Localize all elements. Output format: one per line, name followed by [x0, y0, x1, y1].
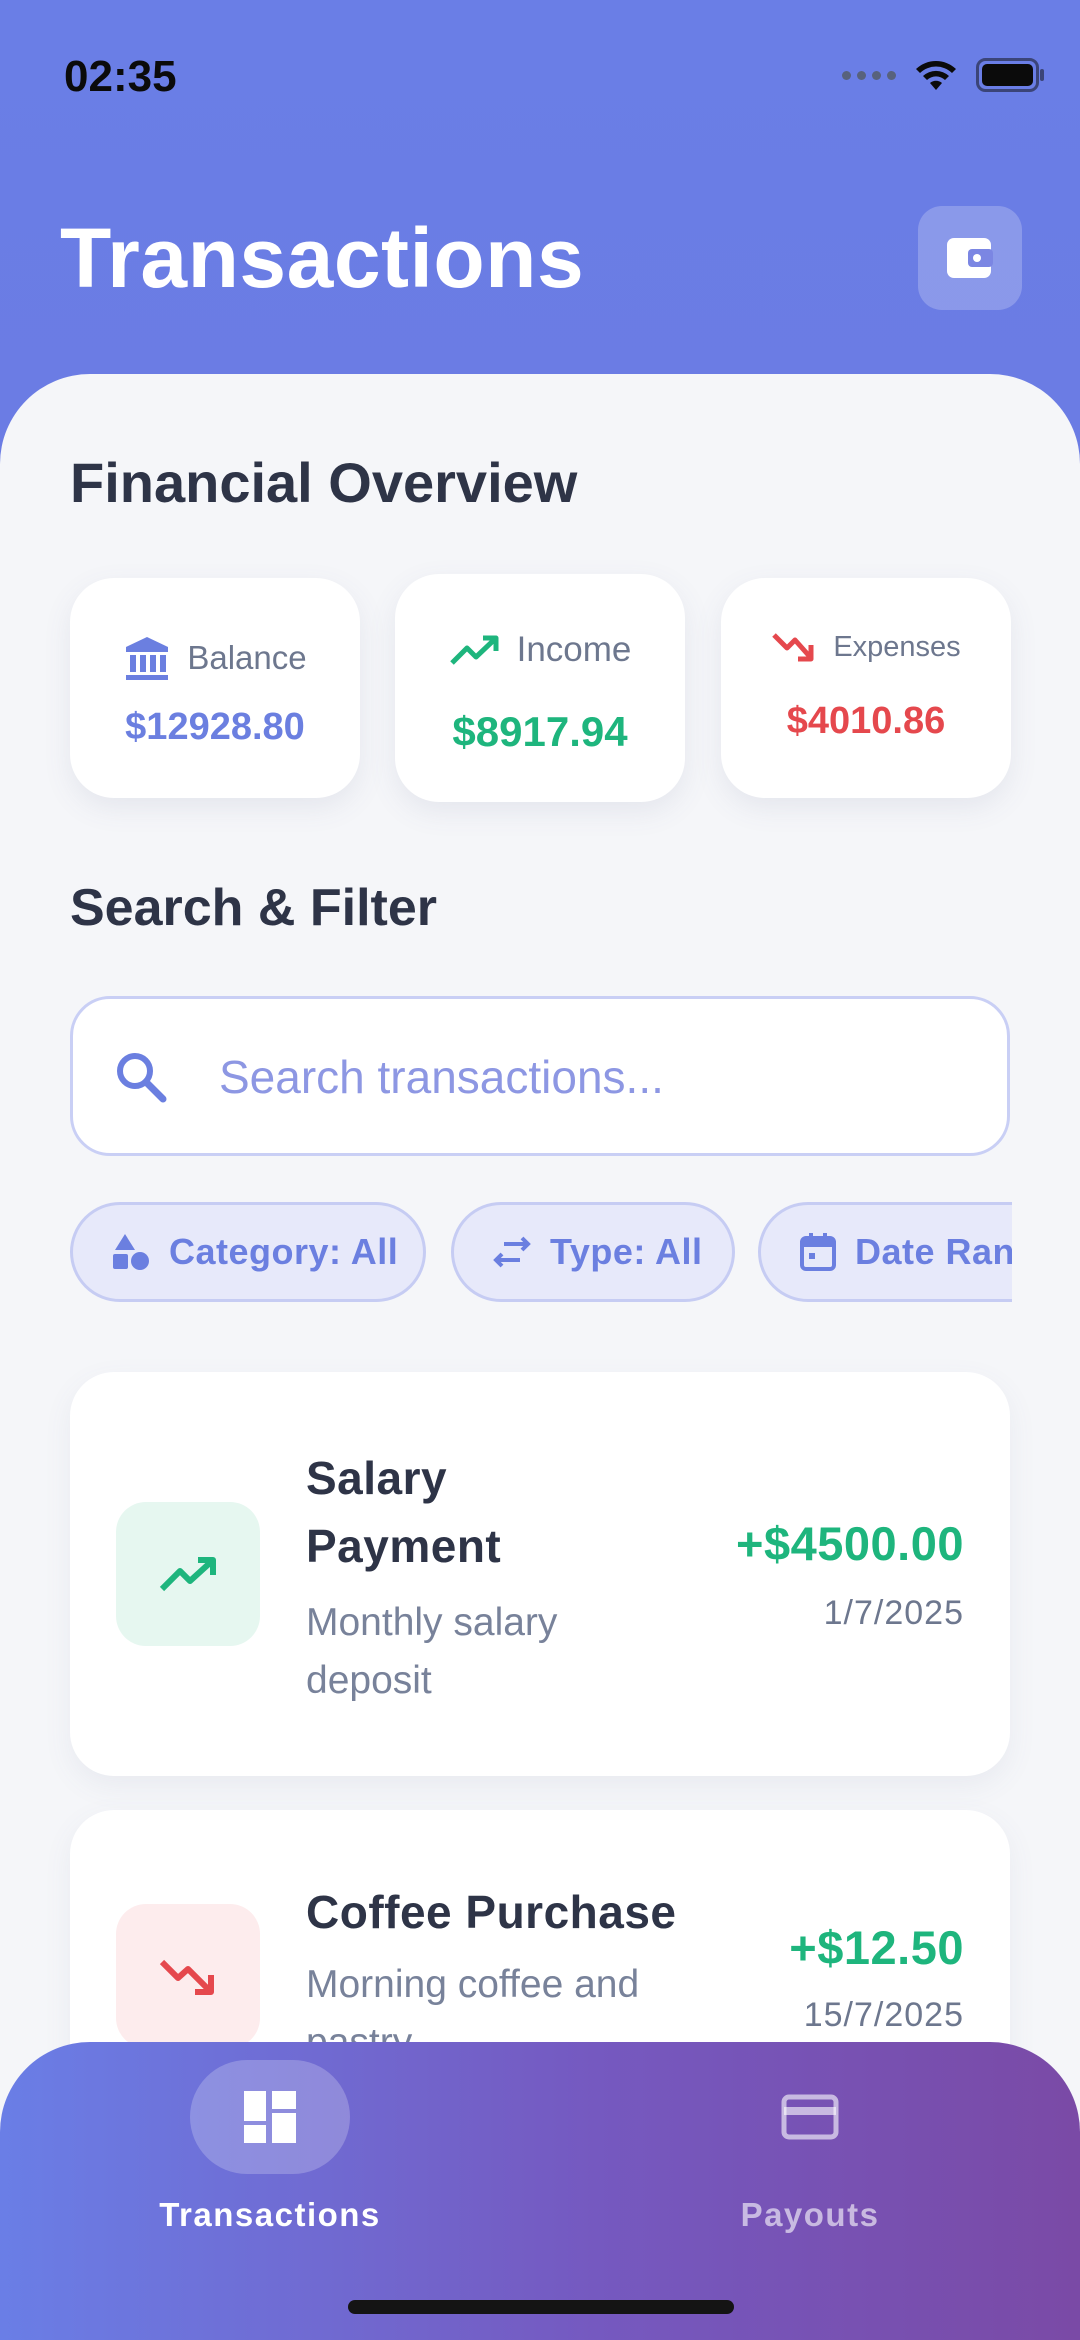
nav-active-pill: [190, 2060, 350, 2174]
home-indicator: [348, 2300, 734, 2314]
dashboard-icon: [244, 2091, 296, 2143]
wifi-icon: [916, 61, 956, 90]
trending-up-icon: [449, 635, 499, 665]
balance-card[interactable]: Balance $12928.80: [70, 578, 360, 798]
transaction-card-salary[interactable]: Salary Payment Monthly salary deposit +$…: [70, 1372, 1010, 1776]
expenses-label: Expenses: [833, 630, 961, 663]
transaction-date: 1/7/2025: [823, 1594, 964, 1632]
transaction-date: 15/7/2025: [803, 1996, 964, 2034]
nav-label-payouts: Payouts: [740, 2196, 880, 2233]
bottom-navigation: Transactions Payouts: [0, 2042, 1080, 2340]
wallet-button[interactable]: [918, 206, 1022, 310]
income-label: Income: [516, 630, 632, 669]
expenses-value: $4010.86: [786, 700, 946, 742]
swap-icon: [493, 1236, 531, 1268]
nav-inactive-pill: [730, 2060, 890, 2174]
transaction-amount: +$4500.00: [736, 1517, 964, 1570]
balance-label: Balance: [187, 639, 307, 676]
battery-icon: [976, 58, 1044, 92]
calendar-icon: [800, 1233, 836, 1271]
status-icons: [842, 58, 1046, 92]
search-box[interactable]: [70, 996, 1010, 1156]
cellular-signal-icon: [842, 70, 896, 80]
category-filter-label: Category: All: [169, 1231, 399, 1272]
category-filter-chip[interactable]: Category: All: [70, 1202, 426, 1302]
status-time: 02:35: [64, 52, 177, 101]
trending-up-icon: [159, 1557, 216, 1592]
wallet-icon: [947, 238, 993, 278]
search-filter-title: Search & Filter: [70, 879, 438, 937]
expenses-card[interactable]: Expenses $4010.86: [721, 578, 1011, 798]
filter-chips: Category: All Type: All Date Ran: [70, 1202, 1012, 1306]
bank-icon: [126, 637, 169, 680]
search-icon: [117, 1053, 167, 1103]
date-range-filter-label: Date Ran: [855, 1231, 1012, 1272]
income-card[interactable]: Income $8917.94: [395, 574, 685, 802]
nav-label-transactions: Transactions: [159, 2196, 381, 2233]
transaction-description: Monthly salary deposit: [306, 1601, 558, 1702]
date-range-filter-chip[interactable]: Date Ran: [758, 1202, 1012, 1302]
trending-down-icon: [159, 1959, 214, 1995]
credit-card-icon: [781, 2094, 839, 2140]
income-icon-box: [116, 1502, 260, 1646]
transaction-title: Coffee Purchase: [306, 1886, 677, 1938]
type-filter-label: Type: All: [550, 1231, 703, 1272]
trending-down-icon: [772, 633, 814, 662]
income-value: $8917.94: [452, 708, 628, 755]
financial-overview-title: Financial Overview: [70, 451, 578, 514]
category-icon: [113, 1234, 149, 1270]
nav-tab-payouts[interactable]: Payouts: [690, 2060, 930, 2234]
expense-icon-box: [116, 1904, 260, 2048]
balance-value: $12928.80: [125, 706, 305, 748]
nav-tab-transactions[interactable]: Transactions: [150, 2060, 390, 2234]
transaction-title: Salary Payment: [306, 1452, 502, 1572]
transaction-amount: +$12.50: [789, 1921, 964, 1974]
type-filter-chip[interactable]: Type: All: [451, 1202, 735, 1302]
status-bar: 02:35: [0, 0, 1080, 160]
page-title: Transactions: [60, 211, 585, 305]
search-input[interactable]: [219, 1037, 979, 1117]
